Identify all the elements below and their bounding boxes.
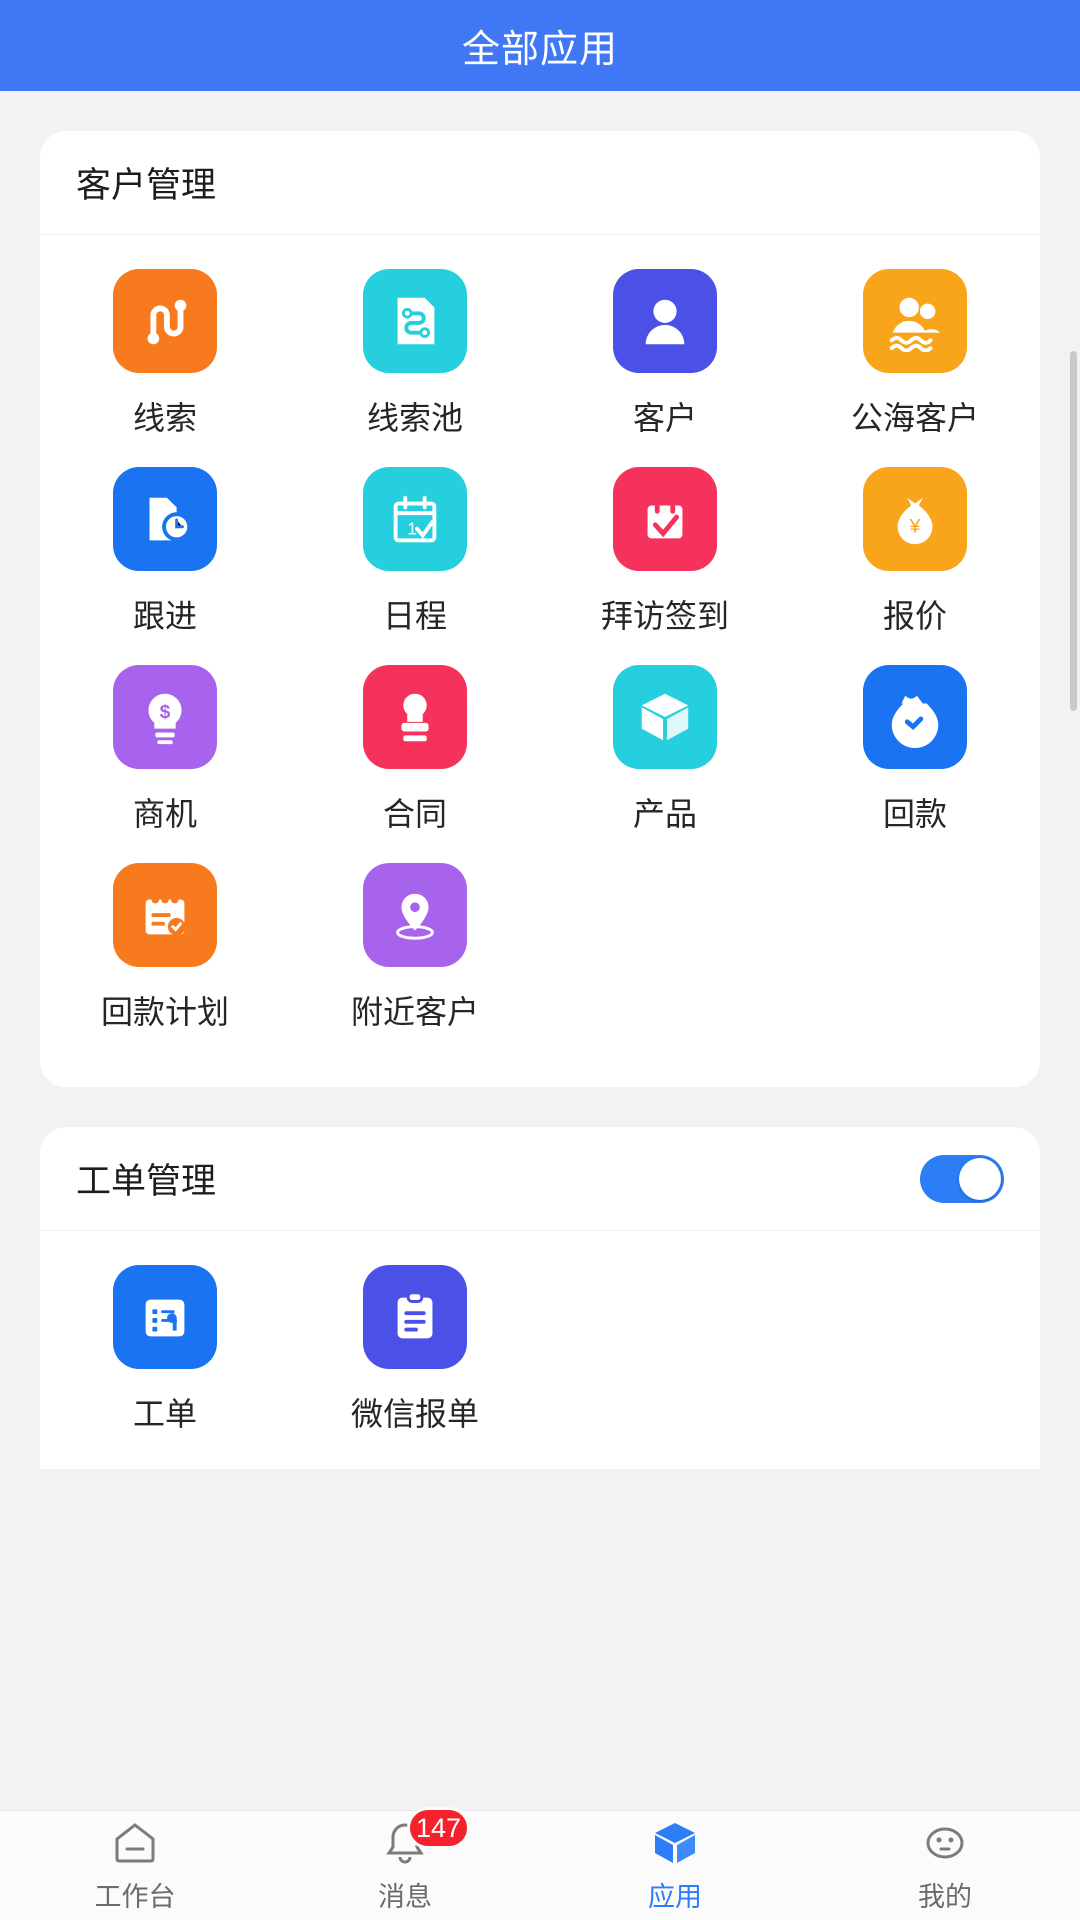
- opportunity-icon: $: [113, 665, 217, 769]
- app-item-public-customer[interactable]: 公海客户: [790, 269, 1040, 439]
- app-label: 日程: [383, 591, 447, 637]
- app-list-scroll[interactable]: 客户管理 线索 线索池: [0, 91, 1080, 1469]
- app-label: 合同: [383, 789, 447, 835]
- app-label: 线索池: [367, 393, 463, 439]
- payment-icon: [863, 665, 967, 769]
- app-item-followup[interactable]: 跟进: [40, 467, 290, 637]
- app-item-opportunity[interactable]: $ 商机: [40, 665, 290, 835]
- bottom-tabbar: 工作台 147 消息 应用 我的: [0, 1810, 1080, 1920]
- app-item-nearby-customer[interactable]: 附近客户: [290, 863, 540, 1033]
- app-item-schedule[interactable]: 1 日程: [290, 467, 540, 637]
- schedule-icon: 1: [363, 467, 467, 571]
- app-item-payment[interactable]: 回款: [790, 665, 1040, 835]
- app-item-quote[interactable]: ¥ 报价: [790, 467, 1040, 637]
- app-label: 工单: [133, 1389, 197, 1435]
- app-item-customer[interactable]: 客户: [540, 269, 790, 439]
- profile-icon: [919, 1817, 971, 1869]
- svg-text:$: $: [160, 701, 171, 723]
- app-label: 报价: [883, 591, 947, 637]
- app-label: 产品: [633, 789, 697, 835]
- tab-label: 我的: [918, 1875, 972, 1914]
- toggle-knob: [959, 1158, 1001, 1200]
- product-box-icon: [613, 665, 717, 769]
- section-title: 客户管理: [76, 157, 216, 208]
- section-title: 工单管理: [76, 1153, 216, 1204]
- tab-label: 消息: [378, 1875, 432, 1914]
- app-grid: 工单 微信报单: [40, 1231, 1040, 1469]
- app-item-payment-plan[interactable]: 回款计划: [40, 863, 290, 1033]
- page-title: 全部应用: [462, 18, 618, 73]
- app-label: 拜访签到: [601, 591, 729, 637]
- app-header: 全部应用: [0, 0, 1080, 91]
- tab-label: 工作台: [95, 1875, 176, 1914]
- tab-label: 应用: [648, 1875, 702, 1914]
- svg-text:¥: ¥: [909, 516, 921, 538]
- app-label: 附近客户: [351, 987, 479, 1033]
- visit-checkin-icon: [613, 467, 717, 571]
- app-label: 客户: [633, 393, 697, 439]
- app-item-work-order[interactable]: 工单: [40, 1265, 290, 1435]
- section-header: 客户管理: [40, 131, 1040, 235]
- customer-icon: [613, 269, 717, 373]
- nearby-customer-icon: [363, 863, 467, 967]
- app-item-visit-checkin[interactable]: 拜访签到: [540, 467, 790, 637]
- payment-plan-icon: [113, 863, 217, 967]
- app-label: 线索: [133, 393, 197, 439]
- contract-stamp-icon: [363, 665, 467, 769]
- section-card-customer: 客户管理 线索 线索池: [40, 131, 1040, 1087]
- tab-profile[interactable]: 我的: [810, 1811, 1080, 1920]
- section-header: 工单管理: [40, 1127, 1040, 1231]
- clue-pool-icon: [363, 269, 467, 373]
- app-item-wechat-report[interactable]: 微信报单: [290, 1265, 540, 1435]
- tab-messages[interactable]: 147 消息: [270, 1811, 540, 1920]
- home-icon: [109, 1817, 161, 1869]
- followup-icon: [113, 467, 217, 571]
- app-label: 回款计划: [101, 987, 229, 1033]
- public-customer-icon: [863, 269, 967, 373]
- app-label: 商机: [133, 789, 197, 835]
- app-item-clue[interactable]: 线索: [40, 269, 290, 439]
- tab-apps[interactable]: 应用: [540, 1811, 810, 1920]
- cube-icon: [649, 1817, 701, 1869]
- app-item-empty: [790, 1265, 1040, 1435]
- wechat-report-icon: [363, 1265, 467, 1369]
- message-badge: 147: [407, 1807, 470, 1849]
- tab-workbench[interactable]: 工作台: [0, 1811, 270, 1920]
- work-order-icon: [113, 1265, 217, 1369]
- quote-icon: ¥: [863, 467, 967, 571]
- clue-icon: [113, 269, 217, 373]
- app-item-contract[interactable]: 合同: [290, 665, 540, 835]
- app-item-product[interactable]: 产品: [540, 665, 790, 835]
- app-item-clue-pool[interactable]: 线索池: [290, 269, 540, 439]
- app-label: 回款: [883, 789, 947, 835]
- section-toggle[interactable]: [920, 1155, 1004, 1203]
- app-label: 跟进: [133, 591, 197, 637]
- app-grid: 线索 线索池 客户: [40, 235, 1040, 1087]
- section-card-workorder: 工单管理 工单: [40, 1127, 1040, 1469]
- app-label: 公海客户: [851, 393, 979, 439]
- vertical-scrollbar[interactable]: [1070, 351, 1077, 711]
- app-item-empty: [540, 1265, 790, 1435]
- app-label: 微信报单: [351, 1389, 479, 1435]
